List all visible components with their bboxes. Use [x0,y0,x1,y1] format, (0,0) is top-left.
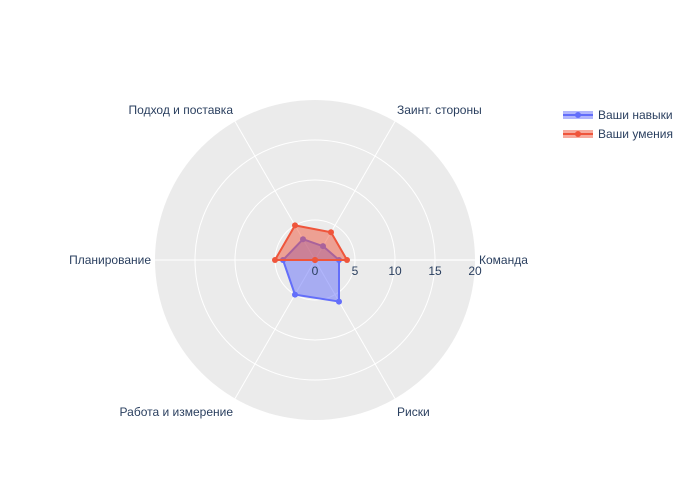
data-point [292,222,298,229]
category-label: Планирование [69,253,151,267]
data-point [344,257,350,263]
data-point [292,291,298,298]
radar-chart: 0 5 10 15 20 Команда Заинт. стороны Подход и по… [0,0,700,500]
legend-marker [575,112,581,118]
legend-marker [575,131,581,137]
chart-canvas: 0 5 10 15 20КомандаЗаинт. стороныПодход и по… [69,100,673,420]
category-label: Команда [479,253,528,267]
category-label: Заинт. стороны [397,103,482,117]
category-label: Работа и измерение [120,405,234,419]
legend-item: Ваши умения [563,127,673,141]
radial-tick-label: 5 [352,264,359,278]
data-point [312,257,318,263]
radial-tick-label: 10 [388,264,402,278]
radial-tick-label: 0 [312,264,319,278]
category-label: Риски [397,405,430,419]
legend: Ваши навыки Ваши умения [563,108,673,141]
data-point [272,257,278,263]
legend-label: Ваши умения [598,127,673,141]
legend-label: Ваши навыки [598,108,673,122]
data-point [336,298,342,305]
category-label: Подход и поставка [129,103,234,117]
radial-tick-label: 15 [428,264,442,278]
legend-item: Ваши навыки [563,108,673,122]
data-point [328,229,334,236]
